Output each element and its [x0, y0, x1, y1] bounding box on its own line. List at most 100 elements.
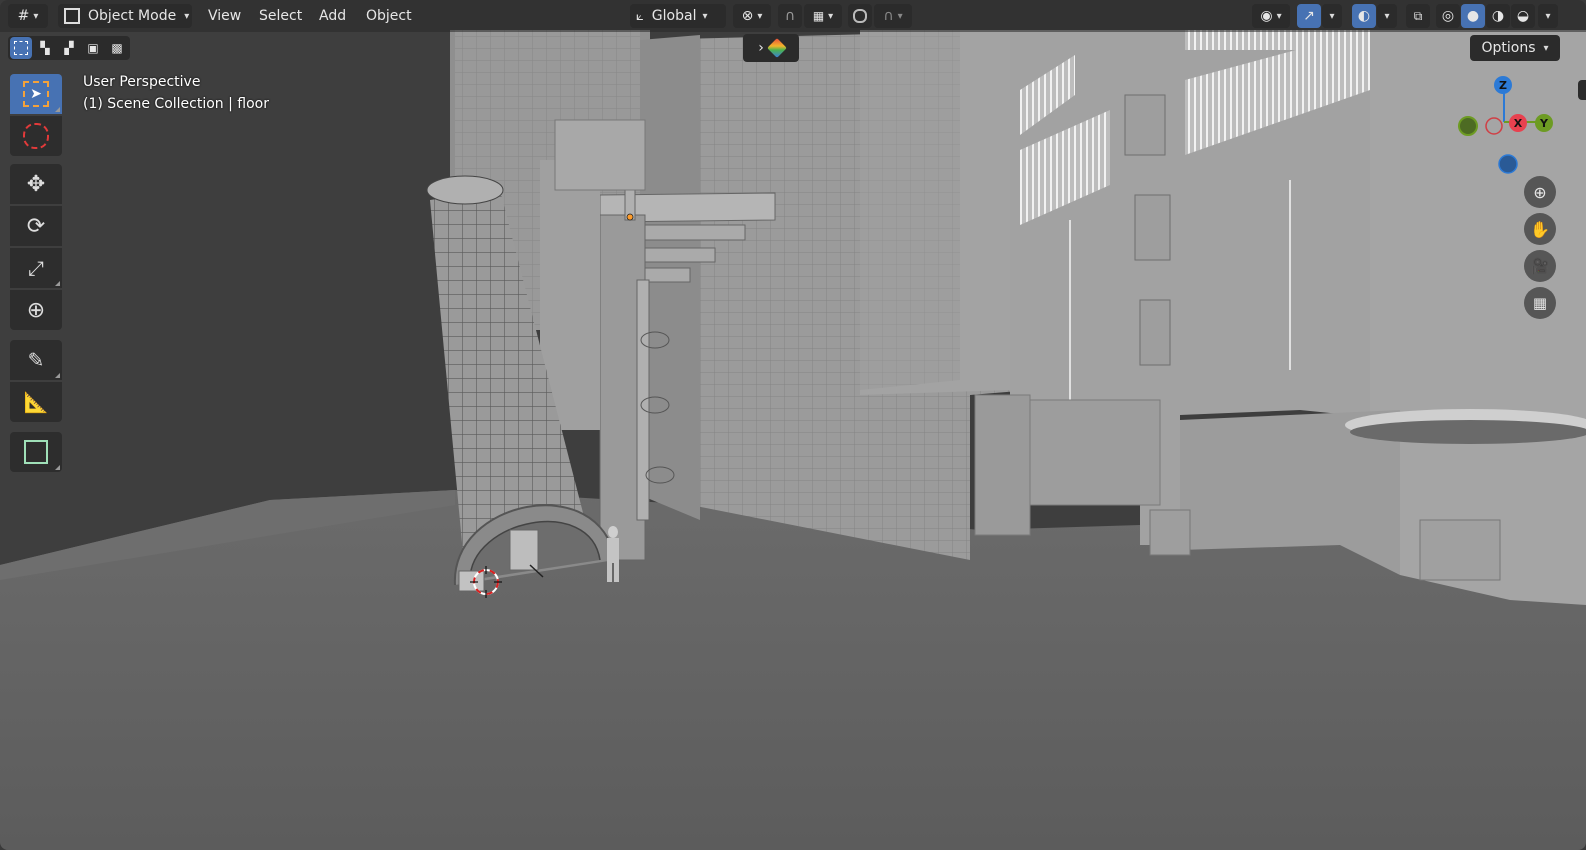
move-arrows-icon: ✥	[26, 171, 46, 197]
chevron-right-icon: ›	[758, 40, 764, 56]
material-sphere-icon: ◑	[1491, 8, 1505, 24]
tool-rotate[interactable]: ⟳	[10, 206, 62, 246]
eye-icon: ◉	[1260, 8, 1273, 24]
select-mode-difference[interactable]: ▣	[82, 37, 104, 59]
select-mode-intersect[interactable]: ▩	[106, 37, 128, 59]
zoom-magnifier-icon: ⊕	[1533, 182, 1547, 202]
xray-icon: ⧉	[1413, 8, 1423, 23]
select-extend-icon: ▚	[40, 41, 50, 55]
chevron-down-icon: ▾	[1545, 10, 1551, 22]
menu-add[interactable]: Add	[313, 4, 352, 28]
add-cube-icon	[24, 440, 48, 464]
chevron-down-icon: ▾	[1329, 10, 1335, 22]
pan-button[interactable]: ✋	[1524, 213, 1556, 245]
object-mode-icon	[64, 8, 80, 24]
tool-annotate[interactable]: ✎	[10, 340, 62, 380]
xray-toggle[interactable]: ⧉	[1406, 4, 1430, 28]
tool-transform[interactable]: ⊕	[10, 290, 62, 330]
magnet-icon: ∩	[784, 8, 796, 24]
tool-cursor[interactable]	[10, 116, 62, 156]
gizmo-dropdown[interactable]: ▾	[1322, 4, 1342, 28]
chevron-down-icon: ▾	[184, 10, 190, 22]
chevron-down-icon: ▾	[1543, 42, 1549, 54]
gizmo-z-label: Z	[1499, 79, 1507, 92]
sidebar-tab-handle[interactable]	[1578, 80, 1586, 100]
navigation-gizmo[interactable]: Z X Y	[1455, 72, 1555, 182]
menu-select[interactable]: Select	[253, 4, 308, 28]
menu-object[interactable]: Object	[360, 4, 418, 28]
rendered-sphere-icon: ◒	[1516, 8, 1530, 24]
orientation-label: Global	[651, 8, 697, 24]
select-new-icon	[14, 41, 28, 55]
select-mode-new[interactable]	[10, 37, 32, 59]
tool-move[interactable]: ✥	[10, 164, 62, 204]
sidebar-toggle[interactable]: ›	[743, 34, 799, 62]
chevron-down-icon: ▾	[1276, 10, 1282, 22]
solid-sphere-icon: ●	[1466, 8, 1480, 24]
tool-add-cube[interactable]	[10, 432, 62, 472]
overlays-toggle[interactable]: ◐	[1352, 4, 1376, 28]
tool-corner-icon	[55, 373, 60, 378]
tool-scale[interactable]: ⤢	[10, 248, 62, 288]
gizmo-toggle[interactable]: ↗	[1297, 4, 1321, 28]
gizmo-neg-y-axis[interactable]	[1458, 116, 1478, 136]
menu-view[interactable]: View	[202, 4, 247, 28]
pencil-icon: ✎	[27, 348, 45, 372]
collection-info: (1) Scene Collection | floor	[83, 96, 269, 112]
overlays-icon: ◐	[1357, 8, 1371, 24]
select-subtract-icon: ▞	[64, 41, 74, 55]
hand-icon: ✋	[1530, 219, 1550, 239]
3d-viewport[interactable]: # ▾ Object Mode ▾ View Select Add Object …	[0, 0, 1586, 850]
select-intersect-icon: ▩	[111, 41, 123, 55]
proportional-edit-toggle[interactable]	[848, 4, 872, 28]
editor-type-icon: #	[17, 8, 30, 24]
select-mode-extend[interactable]: ▚	[34, 37, 56, 59]
view-name: User Perspective	[83, 74, 201, 90]
tool-measure[interactable]: 📐	[10, 382, 62, 422]
camera-view-button[interactable]: 🎥	[1524, 250, 1556, 282]
proportional-edit-icon	[853, 9, 867, 23]
visibility-dropdown[interactable]: ◉ ▾	[1252, 4, 1290, 28]
gizmo-neg-z-axis[interactable]	[1498, 154, 1518, 174]
select-mode-subtract[interactable]: ▞	[58, 37, 80, 59]
shading-solid[interactable]: ●	[1461, 4, 1485, 28]
gizmo-icon: ↗	[1303, 8, 1315, 24]
tool-corner-icon	[55, 281, 60, 286]
wireframe-sphere-icon: ◎	[1441, 8, 1455, 24]
link-icon: ⊗	[741, 8, 754, 24]
transform-orientation-dropdown[interactable]: ⟀ Global ▾	[630, 4, 726, 28]
shading-material[interactable]: ◑	[1486, 4, 1510, 28]
overlays-dropdown[interactable]: ▾	[1377, 4, 1397, 28]
pivot-point-dropdown[interactable]: ⊗ ▾	[733, 4, 771, 28]
ruler-icon: 📐	[23, 390, 49, 414]
editor-type-button[interactable]: # ▾	[8, 4, 48, 28]
tool-corner-icon	[55, 107, 60, 112]
grid-perspective-icon: ▦	[1532, 294, 1548, 312]
gizmo-x-label: X	[1514, 117, 1523, 130]
chevron-down-icon: ▾	[702, 10, 708, 22]
shading-dropdown[interactable]: ▾	[1538, 4, 1558, 28]
tool-corner-icon	[55, 465, 60, 470]
color-cube-icon	[766, 38, 787, 58]
chevron-down-icon: ▾	[33, 10, 39, 22]
cursor-arrow-icon: ➤	[23, 81, 49, 107]
camera-icon: 🎥	[1530, 257, 1550, 275]
gizmo-y-label: Y	[1539, 117, 1549, 130]
tool-select-box[interactable]: ➤	[10, 74, 62, 114]
perspective-toggle-button[interactable]: ▦	[1524, 287, 1556, 319]
chevron-down-icon: ▾	[757, 10, 763, 22]
falloff-dropdown[interactable]: ∩ ▾	[874, 4, 912, 28]
shading-rendered[interactable]: ◒	[1511, 4, 1535, 28]
select-difference-icon: ▣	[87, 41, 99, 55]
mode-dropdown[interactable]: Object Mode ▾	[58, 4, 192, 28]
chevron-down-icon: ▾	[1384, 10, 1390, 22]
chevron-down-icon: ▾	[897, 10, 903, 22]
gizmo-neg-x-axis[interactable]	[1485, 117, 1503, 135]
options-label: Options	[1481, 40, 1536, 56]
zoom-button[interactable]: ⊕	[1524, 176, 1556, 208]
options-dropdown[interactable]: Options ▾	[1470, 35, 1560, 61]
snap-target-dropdown[interactable]: ▦ ▾	[804, 4, 842, 28]
shading-wireframe[interactable]: ◎	[1436, 4, 1460, 28]
snap-toggle[interactable]: ∩	[778, 4, 802, 28]
scene-render[interactable]	[0, 0, 1586, 850]
